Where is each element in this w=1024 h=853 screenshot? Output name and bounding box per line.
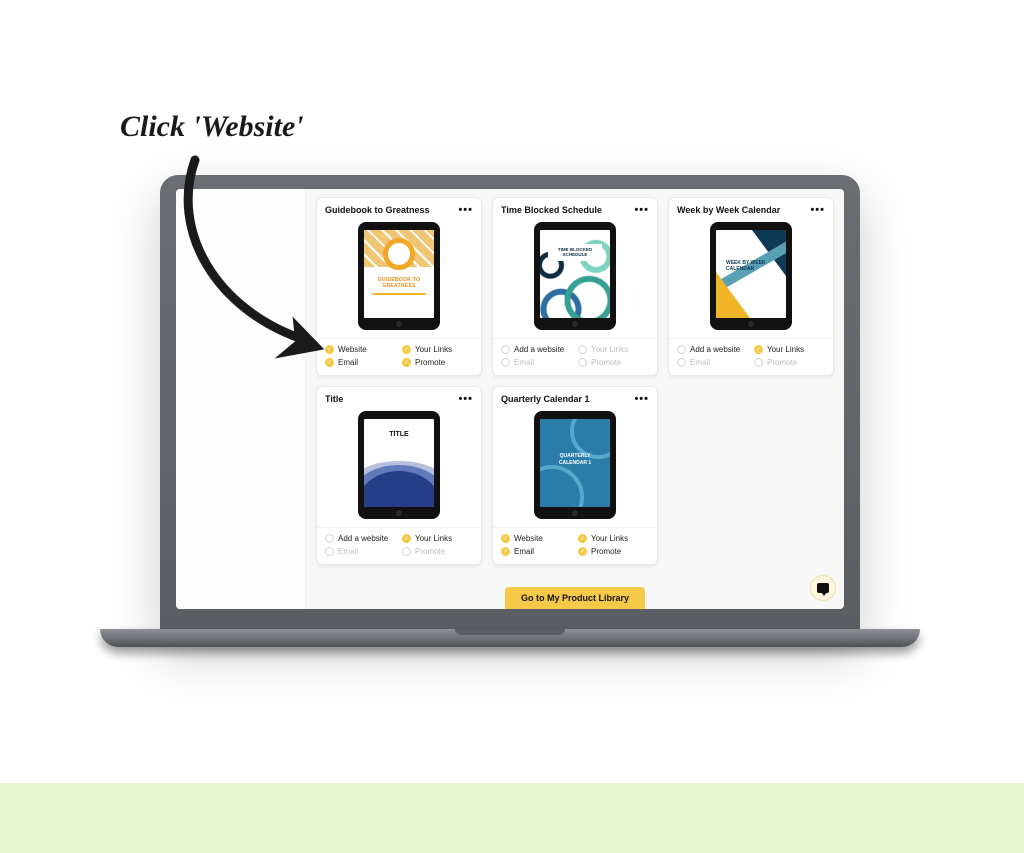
more-icon[interactable]: ••• [458,393,473,405]
card-title: Quarterly Calendar 1 [501,394,590,404]
product-card: Quarterly Calendar 1 ••• QUARTERLY CALEN… [492,386,658,565]
check-icon [501,534,510,543]
annotation-text: Click 'Website' [120,110,304,144]
background-strip [0,783,1024,853]
action-email: Email [677,358,748,367]
action-your-links: Your Links [578,345,649,354]
action-your-links[interactable]: Your Links [402,534,473,543]
card-thumbnail[interactable]: WEEK BY WEEK CALENDAR [669,218,833,338]
circle-icon [325,534,334,543]
action-add-website[interactable]: Add a website [325,534,396,543]
circle-icon [325,547,334,556]
annotation-arrow-icon [175,150,345,375]
action-promote: Promote [754,358,825,367]
action-email[interactable]: Email [501,547,572,556]
card-title: Time Blocked Schedule [501,205,602,215]
cover-label: QUARTERLY CALENDAR 1 [546,453,604,466]
action-promote[interactable]: Promote [578,547,649,556]
circle-icon [677,358,686,367]
more-icon[interactable]: ••• [634,204,649,216]
go-to-library-button[interactable]: Go to My Product Library [505,587,645,609]
more-icon[interactable]: ••• [634,393,649,405]
action-email: Email [501,358,572,367]
action-add-website[interactable]: Add a website [677,345,748,354]
cover-label: TITLE [364,431,434,438]
action-promote: Promote [578,358,649,367]
main-content: Guidebook to Greatness ••• GUIDEBOOK TO … [306,189,844,609]
cover-label: TIME BLOCKED SCHEDULE [548,244,602,261]
check-icon [501,547,510,556]
card-title: Week by Week Calendar [677,205,780,215]
circle-icon [501,358,510,367]
check-icon [402,345,411,354]
help-chat-button[interactable] [810,575,836,601]
check-icon [754,345,763,354]
action-your-links[interactable]: Your Links [578,534,649,543]
check-icon [578,534,587,543]
action-website[interactable]: Website [501,534,572,543]
action-promote: Promote [402,547,473,556]
action-email: Email [325,547,396,556]
cover-label: WEEK BY WEEK CALENDAR [726,260,776,272]
laptop-base [100,629,920,647]
card-thumbnail[interactable]: QUARTERLY CALENDAR 1 [493,407,657,527]
circle-icon [501,345,510,354]
circle-icon [754,358,763,367]
action-your-links[interactable]: Your Links [754,345,825,354]
circle-icon [578,358,587,367]
product-card: Time Blocked Schedule ••• TIME BLOCKED S… [492,197,658,376]
action-add-website[interactable]: Add a website [501,345,572,354]
card-thumbnail[interactable]: TITLE [317,407,481,527]
product-card: Title ••• TITLE Add a website [316,386,482,565]
action-your-links[interactable]: Your Links [402,345,473,354]
product-card: Week by Week Calendar ••• WEEK BY WEEK C… [668,197,834,376]
circle-icon [677,345,686,354]
circle-icon [578,345,587,354]
check-icon [402,534,411,543]
card-title: Title [325,394,343,404]
action-promote[interactable]: Promote [402,358,473,367]
cover-label: GUIDEBOOK TO GREATNESS [364,277,434,289]
chat-icon [817,583,829,593]
more-icon[interactable]: ••• [810,204,825,216]
check-icon [402,358,411,367]
circle-icon [402,547,411,556]
check-icon [578,547,587,556]
more-icon[interactable]: ••• [458,204,473,216]
product-grid: Guidebook to Greatness ••• GUIDEBOOK TO … [316,197,834,565]
card-thumbnail[interactable]: TIME BLOCKED SCHEDULE [493,218,657,338]
